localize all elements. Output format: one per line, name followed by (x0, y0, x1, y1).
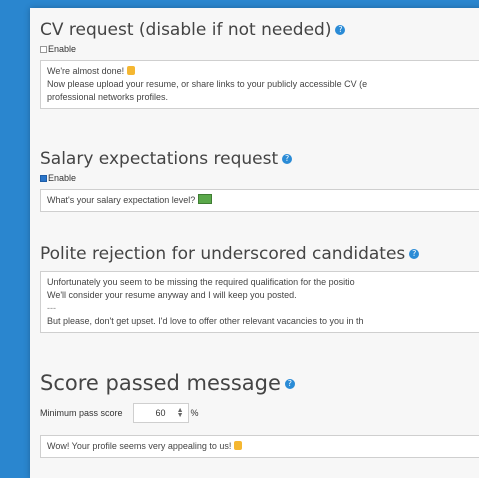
rejection-section: Polite rejection for underscored candida… (40, 244, 479, 333)
help-circle-icon[interactable]: ? (409, 249, 420, 259)
cv-message-textarea[interactable]: We're almost done! Now please upload you… (40, 60, 479, 109)
spinner-arrows-icon[interactable]: ▲ ▼ (177, 407, 184, 419)
cv-enable-checkbox[interactable] (40, 45, 47, 53)
rejection-line-1: Unfortunately you seem to be missing the… (47, 277, 355, 287)
raised-hand-icon (234, 441, 243, 450)
min-score-input[interactable]: 60 ▲ ▼ (132, 403, 189, 423)
salary-enable-checkbox[interactable] (40, 174, 47, 182)
score-message-textarea[interactable]: Wow! Your profile seems very appealing t… (40, 435, 479, 458)
cv-section: CV request (disable if not needed)? Enab… (40, 20, 479, 109)
salary-title: Salary expectations request? (40, 149, 479, 169)
rejection-message-textarea[interactable]: Unfortunately you seem to be missing the… (40, 271, 479, 333)
raised-hand-icon (127, 66, 136, 75)
salary-line-1: What's your salary expectation level? (47, 195, 196, 205)
salary-message-textarea[interactable]: What's your salary expectation level? (40, 189, 479, 212)
score-title: Score passed message? (40, 371, 479, 395)
score-section: Score passed message? Minimum pass score… (40, 371, 479, 458)
cv-title: CV request (disable if not needed)? (40, 20, 479, 40)
cv-line-2: Now please upload your resume, or share … (47, 79, 368, 89)
rejection-title: Polite rejection for underscored candida… (40, 244, 479, 264)
min-score-value: 60 (155, 408, 166, 418)
score-row: Minimum pass score 60 ▲ ▼ % (40, 403, 479, 423)
salary-section: Salary expectations request? Enable What… (40, 149, 479, 212)
rejection-line-3: --- (47, 303, 56, 313)
salary-enable-row: Enable (40, 173, 479, 183)
rejection-line-4: But please, don't get upset. I'd love to… (47, 316, 364, 326)
cv-enable-label: Enable (48, 44, 77, 54)
help-circle-icon[interactable]: ? (282, 154, 293, 164)
settings-panel: CV request (disable if not needed)? Enab… (30, 8, 479, 478)
cv-line-3: professional networks profiles. (47, 92, 169, 102)
salary-enable-label: Enable (48, 173, 77, 183)
rejection-line-2: We'll consider your resume anyway and I … (47, 290, 297, 300)
percent-unit: % (190, 408, 199, 418)
cv-line-1: We're almost done! (47, 66, 125, 76)
cv-enable-row: Enable (40, 44, 479, 54)
help-circle-icon[interactable]: ? (335, 25, 346, 35)
money-icon (198, 194, 213, 204)
score-line-1: Wow! Your profile seems very appealing t… (47, 441, 232, 451)
min-score-label: Minimum pass score (40, 408, 123, 418)
help-circle-icon[interactable]: ? (284, 379, 295, 389)
